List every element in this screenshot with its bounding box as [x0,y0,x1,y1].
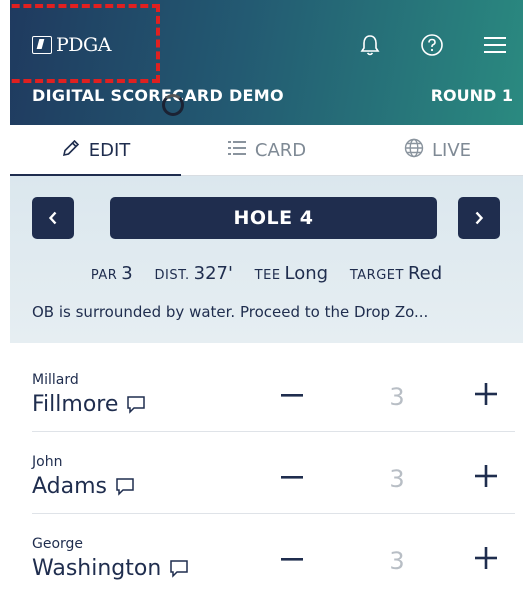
par-info: PAR 3 [91,263,133,284]
hole-note[interactable]: OB is surrounded by water. Proceed to th… [32,303,428,321]
plus-icon [475,383,497,405]
par-label: PAR [90,268,118,283]
player-score[interactable]: 3 [382,547,412,575]
scorecard-title: DIGITAL SCORECARD DEMO [32,86,284,105]
comment-icon[interactable] [169,559,189,578]
chevron-left-icon [48,211,57,225]
player-last-name-text: Adams [32,474,108,499]
comment-icon[interactable] [126,395,146,414]
tab-card[interactable]: CARD [181,125,352,175]
player-last-name: Adams [32,474,135,499]
player-score[interactable]: 3 [382,465,412,493]
decrease-score-button[interactable] [278,464,306,492]
next-hole-button[interactable] [458,197,500,239]
hamburger-menu-icon[interactable] [480,30,510,60]
notification-bell-icon[interactable] [355,30,385,60]
target-label: TARGET [349,268,404,283]
tab-live[interactable]: LIVE [352,125,523,175]
target-info: TARGET Red [350,263,442,284]
hole-title[interactable]: HOLE 4 [110,197,437,239]
tab-edit[interactable]: EDIT [10,125,181,176]
tee-info: TEE Long [255,263,328,284]
player-first-name: John [32,454,63,470]
hole-info-panel: HOLE 4 PAR 3 DIST. 327' TEE Long TARGET Red … [10,176,523,343]
player-list: Millard Fillmore 3 John Adams 3 George W… [10,350,523,596]
increase-score-button[interactable] [472,544,500,572]
comment-icon[interactable] [115,477,135,496]
target-value: Red [407,263,443,284]
player-last-name: Fillmore [32,392,146,417]
plus-icon [475,465,497,487]
increase-score-button[interactable] [472,380,500,408]
player-row: John Adams 3 [10,432,523,514]
app-frame: PDGA DIGITAL SCORECARD DEMO ROUND 1 EDIT… [10,0,523,606]
help-icon[interactable] [417,30,447,60]
distance-info: DIST. 327' [154,263,232,284]
globe-icon [404,138,424,163]
par-value: 3 [121,263,133,284]
tee-value: Long [284,263,329,284]
distance-label: DIST. [154,268,190,283]
decrease-score-button[interactable] [278,546,306,574]
tab-edit-label: EDIT [88,139,131,161]
minus-icon [281,476,303,479]
player-row: Millard Fillmore 3 [10,350,523,432]
previous-hole-button[interactable] [32,197,74,239]
distance-value: 327' [193,263,233,284]
player-last-name-text: Fillmore [32,392,119,417]
plus-icon [475,547,497,569]
player-first-name: Millard [32,372,79,388]
hole-details: PAR 3 DIST. 327' TEE Long TARGET Red [10,263,523,284]
player-last-name: Washington [32,556,189,581]
player-last-name-text: Washington [32,556,162,581]
loading-spinner [162,94,184,116]
minus-icon [281,558,303,561]
minus-icon [281,394,303,397]
increase-score-button[interactable] [472,462,500,490]
logo-highlight-box [10,4,160,83]
player-first-name: George [32,536,84,552]
tab-live-label: LIVE [431,139,472,161]
tee-label: TEE [254,268,281,283]
list-icon [227,139,247,162]
player-score[interactable]: 3 [382,383,412,411]
tab-bar: EDIT CARD LIVE [10,125,523,176]
pencil-icon [61,138,81,163]
player-row: George Washington 3 [10,514,523,596]
chevron-right-icon [475,211,484,225]
tab-card-label: CARD [254,139,307,161]
decrease-score-button[interactable] [278,382,306,410]
round-label: ROUND 1 [430,86,513,105]
